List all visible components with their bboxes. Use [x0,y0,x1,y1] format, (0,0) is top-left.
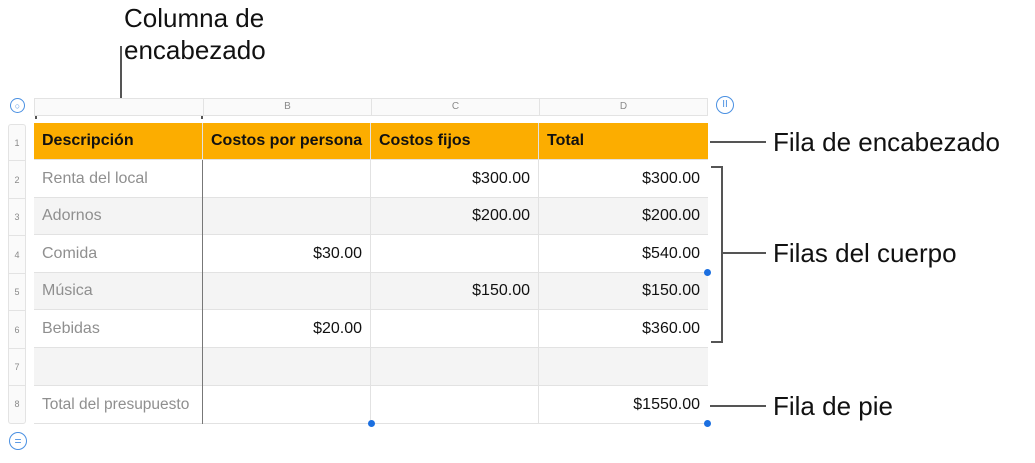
row-number[interactable]: 5 [9,274,25,311]
callout-footer-row: Fila de pie [773,391,893,421]
resize-handle-bottom[interactable] [368,420,375,427]
footer-cell[interactable] [371,386,539,424]
column-letter-bar[interactable]: B C D [34,98,708,116]
row-number-bar[interactable]: 1 2 3 4 5 6 7 8 [8,124,26,424]
resize-handle-right[interactable] [704,269,711,276]
callout-header-row-leader [710,141,766,143]
callout-body-rows-bracket-bottom [711,341,723,343]
table-cell[interactable] [371,348,539,386]
row-number[interactable]: 2 [9,161,25,199]
resize-handle-corner[interactable] [704,420,711,427]
table-cell[interactable] [203,348,371,386]
footer-cell[interactable] [203,386,371,424]
table-cell[interactable] [539,348,708,386]
table-cell[interactable] [203,198,371,235]
callout-header-row: Fila de encabezado [773,127,1000,157]
table-cell[interactable]: $300.00 [371,160,539,198]
table-cell[interactable] [203,160,371,198]
table-cell[interactable]: $20.00 [203,310,371,348]
callout-footer-row-leader [710,405,766,407]
column-letter-a[interactable] [35,99,204,115]
row-number[interactable]: 7 [9,349,25,386]
table-cell[interactable]: $150.00 [371,273,539,310]
row-number[interactable]: 3 [9,199,25,236]
table-cell[interactable]: $30.00 [203,235,371,273]
table-cell[interactable] [371,235,539,273]
table-cell[interactable] [203,273,371,310]
row-number[interactable]: 6 [9,311,25,349]
circle-handle-icon[interactable]: ○ [10,98,25,113]
pause-handle-icon[interactable]: II [716,96,734,114]
equals-handle-icon[interactable]: = [9,432,27,450]
table-cell[interactable]: $200.00 [539,198,708,235]
table-cell[interactable] [371,310,539,348]
row-label-cell[interactable] [34,348,203,386]
column-letter-d[interactable]: D [540,99,707,115]
row-label-cell[interactable]: Renta del local [34,160,203,198]
table-cell[interactable]: $540.00 [539,235,708,273]
table-cell[interactable]: $200.00 [371,198,539,235]
row-label-cell[interactable]: Adornos [34,198,203,235]
callout-header-column-line2: encabezado [124,35,266,65]
table-cell[interactable]: $150.00 [539,273,708,310]
row-number[interactable]: 1 [9,125,25,161]
footer-label-cell[interactable]: Total del presupuesto [34,386,203,424]
header-cell-fixed[interactable]: Costos fijos [371,123,539,160]
header-column-divider [202,160,203,424]
row-number[interactable]: 8 [9,386,25,423]
header-cell-total[interactable]: Total [539,123,708,160]
row-label-cell[interactable]: Comida [34,235,203,273]
table-cell[interactable]: $360.00 [539,310,708,348]
callout-header-column-line1: Columna de [124,3,265,33]
header-cell-description[interactable]: Descripción [34,123,203,160]
callout-body-rows-bracket-vertical [721,166,723,343]
row-number[interactable]: 4 [9,236,25,274]
budget-table[interactable]: Descripción Costos por persona Costos fi… [34,123,708,424]
callout-body-rows-leader [721,252,766,254]
header-cell-per-person[interactable]: Costos por persona [203,123,371,160]
row-label-cell[interactable]: Música [34,273,203,310]
table-cell[interactable]: $300.00 [539,160,708,198]
column-letter-c[interactable]: C [372,99,540,115]
footer-cell[interactable]: $1550.00 [539,386,708,424]
column-letter-b[interactable]: B [204,99,372,115]
callout-body-rows: Filas del cuerpo [773,238,957,268]
row-label-cell[interactable]: Bebidas [34,310,203,348]
